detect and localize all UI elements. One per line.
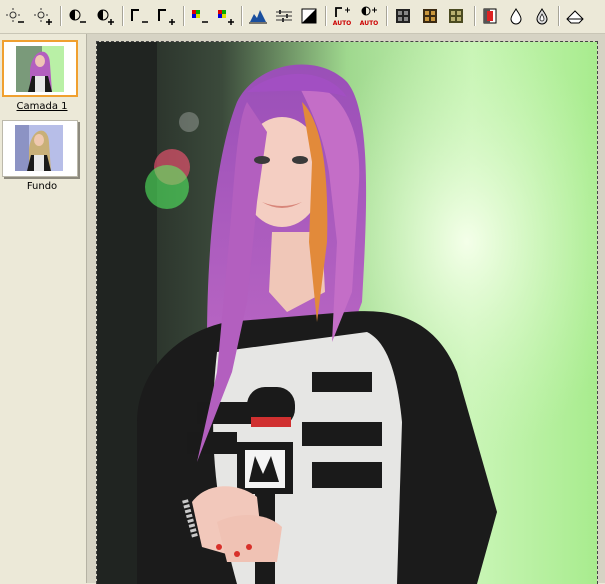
contrast-decrease-icon[interactable] [66,5,88,27]
drop-outline-icon[interactable] [531,5,553,27]
auto-gamma-icon[interactable]: AUTO [331,5,353,27]
auto-gamma-label: AUTO [333,20,352,27]
layers-panel: Camada 1 Fundo [0,34,86,583]
layer-thumbnail[interactable] [2,40,78,97]
saturation-decrease-icon[interactable] [188,5,210,27]
contrast-increase-icon[interactable] [94,5,116,27]
filter-grid-icon[interactable] [392,5,414,27]
auto-contrast-label: AUTO [360,20,379,27]
gamma-decrease-icon[interactable] [128,5,150,27]
curves-sliders-icon[interactable] [273,5,295,27]
levels-icon[interactable] [247,5,269,27]
brightness-decrease-icon[interactable] [4,5,26,27]
layer-label[interactable]: Fundo [2,181,82,192]
layer-thumbnail-image [16,46,64,92]
threshold-icon[interactable] [298,5,320,27]
photo-image [97,42,597,584]
drop-icon[interactable] [505,5,527,27]
image-canvas[interactable] [96,41,598,584]
saturation-increase-icon[interactable] [214,5,236,27]
auto-contrast-icon[interactable]: AUTO [358,5,380,27]
brightness-increase-icon[interactable] [32,5,54,27]
filter-sepia-icon[interactable] [419,5,441,27]
layer-label[interactable]: Camada 1 [2,101,82,112]
layer-thumbnail[interactable] [2,120,78,177]
invert-icon[interactable] [479,5,501,27]
eraser-icon[interactable] [564,5,586,27]
filter-olive-icon[interactable] [445,5,467,27]
layer-thumbnail-image [15,125,63,171]
canvas-area[interactable] [86,34,605,584]
gamma-increase-icon[interactable] [155,5,177,27]
image-adjust-toolbar: AUTO AUTO [0,0,605,34]
